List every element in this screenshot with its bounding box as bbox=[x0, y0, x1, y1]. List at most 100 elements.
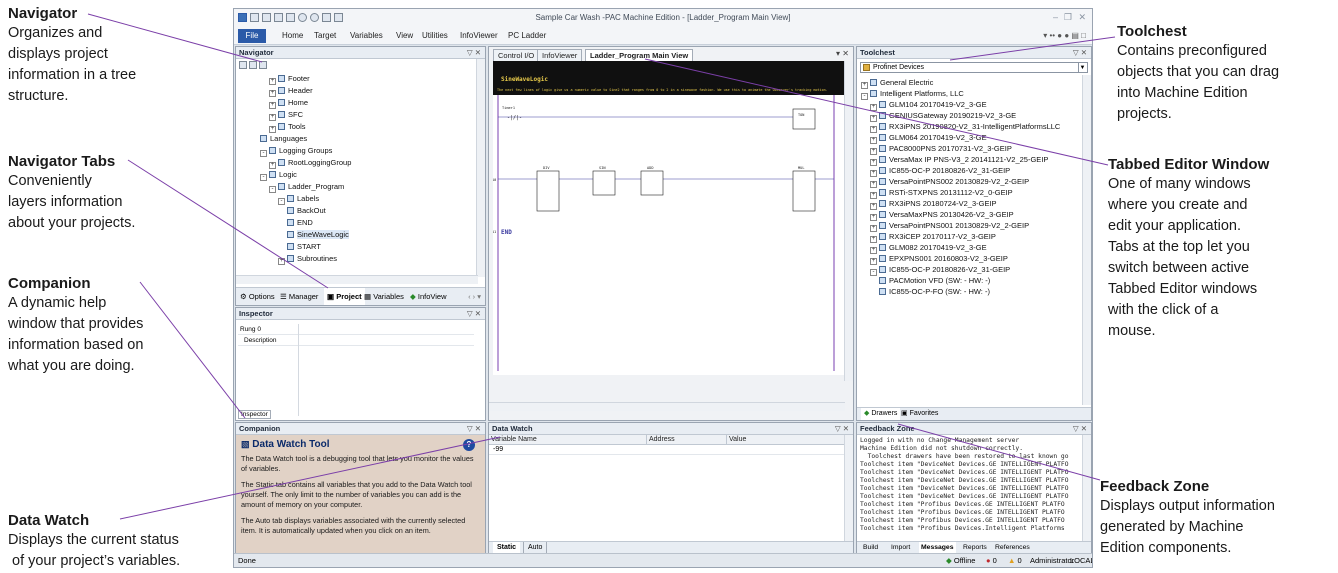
tree-item[interactable]: + GLM104 20170419-V2_3-GE bbox=[870, 99, 987, 111]
inspector-row[interactable]: Rung 0 bbox=[238, 324, 474, 335]
tree-item[interactable]: + General Electric bbox=[861, 77, 933, 89]
navigator-hscrollbar[interactable] bbox=[236, 275, 478, 284]
tab-scroll-arrows[interactable]: ‹ › ▾ bbox=[468, 288, 481, 305]
pin-close-icon[interactable]: ▽ ✕ bbox=[467, 308, 481, 320]
menu-home[interactable]: Home bbox=[282, 31, 303, 40]
tab-build[interactable]: Build bbox=[863, 542, 878, 553]
expand-icon[interactable]: + bbox=[269, 114, 276, 121]
tree-item[interactable]: END bbox=[287, 217, 313, 228]
tab-import[interactable]: Import bbox=[891, 542, 910, 553]
collapse-icon[interactable]: - bbox=[278, 198, 285, 205]
inspector-row[interactable]: Description bbox=[238, 335, 474, 346]
minimize-icon[interactable]: – bbox=[1053, 12, 1058, 22]
column-value[interactable]: Value bbox=[727, 435, 846, 445]
pin-close-icon[interactable]: ▽ ✕ bbox=[467, 423, 481, 435]
tree-item[interactable]: + Footer bbox=[269, 73, 310, 85]
collapse-icon[interactable]: - bbox=[260, 174, 267, 181]
expand-icon[interactable]: + bbox=[269, 90, 276, 97]
tab-variables[interactable]: ▦ Variables bbox=[364, 288, 404, 305]
tab-infoview[interactable]: ◆ InfoView bbox=[410, 288, 447, 305]
expand-icon[interactable]: + bbox=[269, 162, 276, 169]
feedback-scrollbar[interactable] bbox=[1082, 435, 1091, 543]
tree-item[interactable]: + PAC8000PNS 20170731-V2_3-GEIP bbox=[870, 143, 1012, 155]
tree-item[interactable]: BackOut bbox=[287, 205, 326, 216]
tree-item[interactable]: + VersaMax IP PNS-V3_2 20141121-V2_25-GEI… bbox=[870, 154, 1048, 166]
tree-item[interactable]: + RX3iCEP 20170117-V2_3-GEIP bbox=[870, 231, 996, 243]
pin-close-icon[interactable]: ▽ ✕ bbox=[1073, 423, 1087, 435]
variable-name-cell[interactable]: -99 bbox=[493, 445, 503, 455]
tree-item[interactable]: + RSTi-STXPNS 20131112-V2_0-GEIP bbox=[870, 187, 1013, 199]
tab-reports[interactable]: Reports bbox=[963, 542, 987, 553]
tree-item[interactable]: + RootLoggingGroup bbox=[269, 157, 351, 169]
menu-pc-ladder[interactable]: PC Ladder bbox=[508, 31, 546, 40]
tree-item[interactable]: + GLM064 20170419-V2_3-GE bbox=[870, 132, 987, 144]
tree-item[interactable]: + RX3iPNS 20190820-V2_31-IntelligentPlatf… bbox=[870, 121, 1060, 133]
menu-variables[interactable]: Variables bbox=[350, 31, 383, 40]
chevron-down-icon[interactable]: ▼ bbox=[1078, 63, 1086, 73]
tree-item[interactable]: PACMotion VFD (SW: - HW: -) bbox=[879, 275, 990, 286]
close-icon[interactable]: ✕ bbox=[1078, 12, 1086, 23]
tab-manager[interactable]: ☰ Manager bbox=[280, 288, 318, 305]
tree-item[interactable]: + SFC bbox=[269, 109, 303, 121]
tab-messages[interactable]: Messages bbox=[919, 542, 956, 553]
tab-favorites[interactable]: ▣ Favorites bbox=[901, 408, 938, 420]
collapse-icon[interactable]: - bbox=[861, 93, 868, 100]
menu-infoviewer[interactable]: InfoViewer bbox=[460, 31, 498, 40]
tree-item[interactable]: Languages bbox=[260, 133, 307, 144]
tree-item[interactable]: START bbox=[287, 241, 321, 252]
tree-item[interactable]: - Logic bbox=[260, 169, 297, 181]
tree-item[interactable]: IC855-OC-P-FO (SW: - HW: -) bbox=[879, 286, 990, 297]
tree-item[interactable]: + GENIUSGateway 20190219-V2_3-GE bbox=[870, 110, 1016, 122]
ladder-diagram[interactable]: SineWaveLogic The next few lines of logi… bbox=[492, 61, 845, 375]
expand-icon[interactable]: + bbox=[269, 102, 276, 109]
pin-close-icon[interactable]: ▽ ✕ bbox=[1073, 47, 1087, 59]
menu-file[interactable]: File bbox=[238, 29, 266, 43]
tree-item[interactable]: SineWaveLogic bbox=[287, 229, 349, 240]
tree-item[interactable]: + EPXPNS001 20160803-V2_3-GEIP bbox=[870, 253, 1008, 265]
expand-icon[interactable]: + bbox=[269, 126, 276, 133]
nav-tool-icon[interactable] bbox=[259, 61, 267, 69]
tree-item[interactable]: - IC855-OC-P 20180826-V2_31-GEIP bbox=[870, 264, 1010, 276]
tab-ladder-main-view[interactable]: Ladder_Program Main View bbox=[585, 49, 694, 61]
collapse-icon[interactable]: - bbox=[269, 186, 276, 193]
tree-item[interactable]: + Tools bbox=[269, 121, 306, 133]
column-variable-name[interactable]: Variable Name bbox=[489, 435, 647, 445]
tab-infoviewer[interactable]: InfoViewer bbox=[537, 49, 583, 61]
tree-item[interactable]: - Logging Groups bbox=[260, 145, 332, 157]
restore-icon[interactable]: ❐ bbox=[1064, 12, 1072, 23]
tree-item[interactable]: + VersaPointPNS002 20130829-V2_2-GEIP bbox=[870, 176, 1029, 188]
editor-scrollbar[interactable] bbox=[844, 61, 853, 381]
tree-item[interactable]: + Home bbox=[269, 97, 308, 109]
expand-icon[interactable]: + bbox=[278, 258, 285, 265]
toolchest-scrollbar[interactable] bbox=[1082, 75, 1091, 405]
tab-control-io[interactable]: Control I/O bbox=[493, 49, 540, 61]
help-icon[interactable]: ? bbox=[463, 439, 475, 451]
column-address[interactable]: Address bbox=[647, 435, 727, 445]
nav-tool-icon[interactable] bbox=[249, 61, 257, 69]
tree-item[interactable]: + VersaMaxPNS 20130426-V2_3-GEIP bbox=[870, 209, 1014, 221]
expand-icon[interactable]: + bbox=[269, 78, 276, 85]
tab-references[interactable]: References bbox=[995, 542, 1030, 553]
pin-close-icon[interactable]: ▽ ✕ bbox=[835, 423, 849, 435]
table-row[interactable]: -99 bbox=[489, 445, 846, 455]
feedback-output[interactable]: Logged in with no Change Management serv… bbox=[857, 435, 1082, 545]
collapse-icon[interactable]: - bbox=[260, 150, 267, 157]
menu-view[interactable]: View bbox=[396, 31, 413, 40]
tree-item[interactable]: + Header bbox=[269, 85, 313, 97]
editor-hscrollbar[interactable] bbox=[489, 402, 845, 411]
tree-item[interactable]: + RX3iPNS 20180724-V2_3-GEIP bbox=[870, 198, 997, 210]
editor-pin-close-icon[interactable]: ▾ ✕ bbox=[836, 49, 849, 58]
pin-close-icon[interactable]: ▽ ✕ bbox=[467, 47, 481, 59]
menu-utilities[interactable]: Utilities bbox=[422, 31, 448, 40]
tree-item[interactable]: + IC855-OC-P 20180826-V2_31-GEIP bbox=[870, 165, 1010, 177]
data-watch-scrollbar[interactable] bbox=[844, 435, 853, 541]
tab-inspector[interactable]: Inspector bbox=[238, 410, 271, 419]
tree-item[interactable]: + Subroutines bbox=[278, 253, 337, 265]
menu-target[interactable]: Target bbox=[314, 31, 336, 40]
drawer-dropdown[interactable]: Profinet Devices ▼ bbox=[860, 62, 1088, 73]
collapse-icon[interactable]: - bbox=[870, 269, 877, 276]
tab-project[interactable]: ▣ Project bbox=[324, 288, 365, 305]
tab-drawers[interactable]: ◆ Drawers bbox=[861, 408, 901, 420]
ladder-canvas[interactable]: SineWaveLogic The next few lines of logi… bbox=[492, 61, 845, 375]
tree-item[interactable]: - Intelligent Platforms, LLC bbox=[861, 88, 964, 100]
